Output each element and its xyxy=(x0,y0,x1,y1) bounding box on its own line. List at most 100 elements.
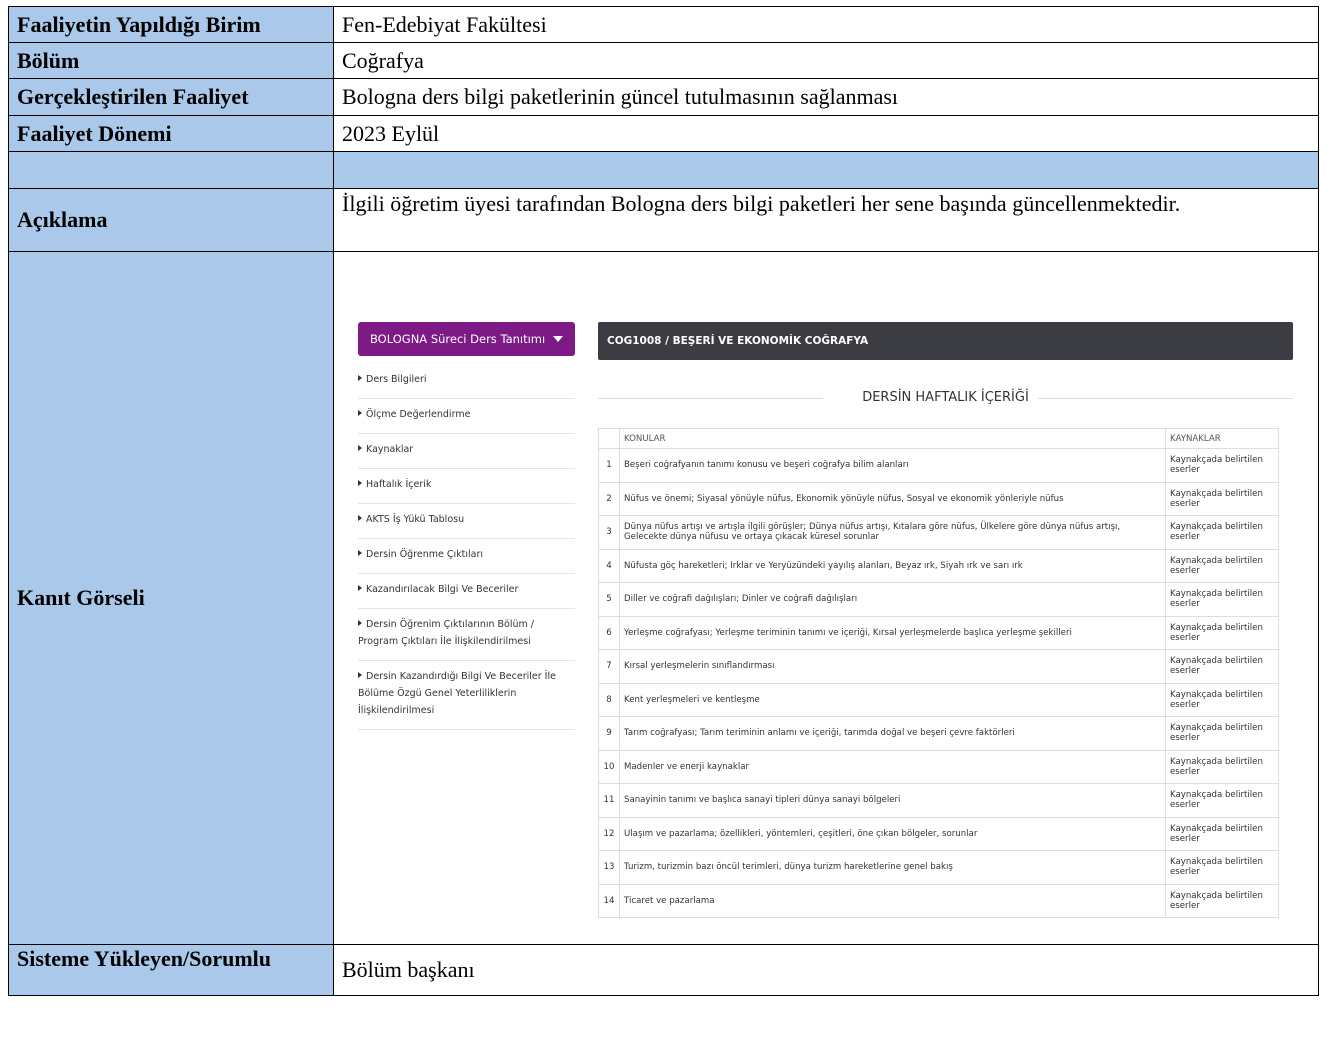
course-title-bar: COG1008 / BEŞERİ VE EKONOMİK COĞRAFYA xyxy=(598,322,1293,360)
row-topic: Dünya nüfus artışı ve artışla ilgili gör… xyxy=(619,515,1166,550)
spacer-row-right xyxy=(333,151,1319,189)
row-topic: Diller ve coğrafi dağılışları; Dinler ve… xyxy=(619,582,1166,617)
row-source: Kaynakçada belirtilen eserler xyxy=(1165,515,1279,550)
row-number: 11 xyxy=(598,783,620,818)
bologna-menu-title: BOLOGNA Süreci Ders Tanıtımı xyxy=(370,332,546,346)
menu-item[interactable]: AKTS İş Yükü Tablosu xyxy=(358,504,575,539)
birim-label: Faaliyetin Yapıldığı Birim xyxy=(8,6,334,43)
row-number: 1 xyxy=(598,448,620,483)
row-topic: Turizm, turizmin bazı öncül terimleri, d… xyxy=(619,850,1166,885)
row-source: Kaynakçada belirtilen eserler xyxy=(1165,682,1279,717)
menu-item[interactable]: Kazandırılacak Bilgi Ve Beceriler xyxy=(358,574,575,609)
caret-right-icon xyxy=(358,445,362,451)
row-source: Kaynakçada belirtilen eserler xyxy=(1165,582,1279,617)
row-number: 8 xyxy=(598,682,620,717)
menu-item[interactable]: Dersin Kazandırdığı Bilgi Ve Beceriler İ… xyxy=(358,661,575,730)
row-source: Kaynakçada belirtilen eserler xyxy=(1165,850,1279,885)
menu-item-label: Ölçme Değerlendirme xyxy=(366,409,471,420)
row-number: 7 xyxy=(598,649,620,684)
table-row: 6 Yerleşme coğrafyası; Yerleşme teriminin… xyxy=(598,615,1279,650)
menu-item-label: Dersin Öğrenme Çıktıları xyxy=(366,549,484,560)
menu-item[interactable]: Dersin Öğrenme Çıktıları xyxy=(358,539,575,574)
row-source: Kaynakçada belirtilen eserler xyxy=(1165,548,1279,583)
table-row: 8 Kent yerleşmeleri ve kentleşme Kaynakçad… xyxy=(598,682,1279,717)
row-number: 5 xyxy=(598,582,620,617)
row-topic: Ulaşım ve pazarlama; özellikleri, yöntem… xyxy=(619,816,1166,851)
table-row: 13 Turizm, turizmin bazı öncül terimleri,… xyxy=(598,850,1279,885)
col-number-header xyxy=(598,428,620,449)
caret-down-icon xyxy=(553,336,563,342)
row-topic: Beşeri coğrafyanın tanımı konusu ve beşe… xyxy=(619,448,1166,483)
row-number: 14 xyxy=(598,883,620,918)
caret-right-icon xyxy=(358,585,362,591)
birim-value: Fen-Edebiyat Fakültesi xyxy=(333,6,1319,43)
menu-item[interactable]: Ölçme Değerlendirme xyxy=(358,399,575,434)
row-source: Kaynakçada belirtilen eserler xyxy=(1165,716,1279,751)
row-number: 2 xyxy=(598,481,620,516)
caret-right-icon xyxy=(358,515,362,521)
row-number: 12 xyxy=(598,816,620,851)
row-topic: Ticaret ve pazarlama xyxy=(619,883,1166,918)
table-row: 9 Tarım coğrafyası; Tarım teriminin anlam… xyxy=(598,716,1279,751)
col-konular-header: KONULAR xyxy=(619,428,1166,449)
menu-item[interactable]: Ders Bilgileri xyxy=(358,364,575,399)
menu-item-label: Kaynaklar xyxy=(366,444,414,455)
bolum-value: Coğrafya xyxy=(333,42,1319,79)
course-title: COG1008 / BEŞERİ VE EKONOMİK COĞRAFYA xyxy=(607,335,869,347)
table-row: 14 Ticaret ve pazarlama Kaynakçada belirti… xyxy=(598,883,1279,918)
row-source: Kaynakçada belirtilen eserler xyxy=(1165,615,1279,650)
section-title: DERSİN HAFTALIK İÇERİĞİ xyxy=(855,390,1036,405)
kanit-label: Kanıt Görseli xyxy=(8,251,334,945)
evidence-screenshot: BOLOGNA Süreci Ders Tanıtımı Ders Bilgil… xyxy=(334,252,1319,944)
row-topic: Sanayinin tanımı ve başlıca sanayi tiple… xyxy=(619,783,1166,818)
row-source: Kaynakçada belirtilen eserler xyxy=(1165,816,1279,851)
bologna-side-menu: Ders Bilgileri Ölçme Değerlendirme Kaynakl… xyxy=(358,364,575,730)
menu-item[interactable]: Dersin Öğrenim Çıktılarının Bölüm / Prog… xyxy=(358,609,575,661)
menu-item-label: Dersin Öğrenim Çıktılarının Bölüm / Prog… xyxy=(358,619,534,647)
menu-item-label: Kazandırılacak Bilgi Ve Beceriler xyxy=(366,584,519,595)
row-number: 3 xyxy=(598,515,620,550)
bolum-label: Bölüm xyxy=(8,42,334,79)
row-topic: Tarım coğrafyası; Tarım teriminin anlamı… xyxy=(619,716,1166,751)
sorumlu-value: Bölüm başkanı xyxy=(333,944,1319,996)
row-number: 10 xyxy=(598,749,620,784)
evidence-screenshot-cell: BOLOGNA Süreci Ders Tanıtımı Ders Bilgil… xyxy=(333,251,1319,945)
bologna-menu-button[interactable]: BOLOGNA Süreci Ders Tanıtımı xyxy=(358,322,575,356)
weekly-content-table: KONULAR KAYNAKLAR 1 Beşeri coğrafyanın ta… xyxy=(598,428,1279,918)
row-topic: Madenler ve enerji kaynaklar xyxy=(619,749,1166,784)
table-row: 10 Madenler ve enerji kaynaklar Kaynakçada… xyxy=(598,749,1279,784)
donem-value: 2023 Eylül xyxy=(333,115,1319,152)
table-row: 7 Kırsal yerleşmelerin sınıflandırması Kay… xyxy=(598,649,1279,684)
table-row: 3 Dünya nüfus artışı ve artışla ilgili gö… xyxy=(598,515,1279,550)
row-number: 13 xyxy=(598,850,620,885)
menu-item-label: Ders Bilgileri xyxy=(366,374,427,385)
faaliyet-label: Gerçekleştirilen Faaliyet xyxy=(8,78,334,116)
menu-item[interactable]: Haftalık İçerik xyxy=(358,469,575,504)
row-topic: Nüfusta göç hareketleri; Irklar ve Yeryü… xyxy=(619,548,1166,583)
table-row: 5 Diller ve coğrafi dağılışları; Dinler v… xyxy=(598,582,1279,617)
table-row: 4 Nüfusta göç hareketleri; Irklar ve Yery… xyxy=(598,548,1279,583)
caret-right-icon xyxy=(358,550,362,556)
row-source: Kaynakçada belirtilen eserler xyxy=(1165,481,1279,516)
menu-item[interactable]: Kaynaklar xyxy=(358,434,575,469)
section-heading: DERSİN HAFTALIK İÇERİĞİ xyxy=(598,389,1293,409)
row-source: Kaynakçada belirtilen eserler xyxy=(1165,883,1279,918)
menu-item-label: Haftalık İçerik xyxy=(366,479,432,490)
col-kaynaklar-header: KAYNAKLAR xyxy=(1165,428,1279,449)
caret-right-icon xyxy=(358,672,362,678)
row-number: 4 xyxy=(598,548,620,583)
menu-item-label: AKTS İş Yükü Tablosu xyxy=(366,514,465,525)
row-number: 6 xyxy=(598,615,620,650)
row-topic: Kent yerleşmeleri ve kentleşme xyxy=(619,682,1166,717)
caret-right-icon xyxy=(358,375,362,381)
table-row: 12 Ulaşım ve pazarlama; özellikleri, yönt… xyxy=(598,816,1279,851)
spacer-row-left xyxy=(8,151,334,189)
row-topic: Yerleşme coğrafyası; Yerleşme teriminin … xyxy=(619,615,1166,650)
row-topic: Nüfus ve önemi; Siyasal yönüyle nüfus, E… xyxy=(619,481,1166,516)
donem-label: Faaliyet Dönemi xyxy=(8,115,334,152)
faaliyet-value: Bologna ders bilgi paketlerinin güncel t… xyxy=(333,78,1319,116)
table-row: 2 Nüfus ve önemi; Siyasal yönüyle nüfus, … xyxy=(598,481,1279,516)
sorumlu-label: Sisteme Yükleyen/Sorumlu xyxy=(8,944,334,996)
table-row: 1 Beşeri coğrafyanın tanımı konusu ve beş… xyxy=(598,448,1279,483)
aciklama-label: Açıklama xyxy=(8,188,334,252)
